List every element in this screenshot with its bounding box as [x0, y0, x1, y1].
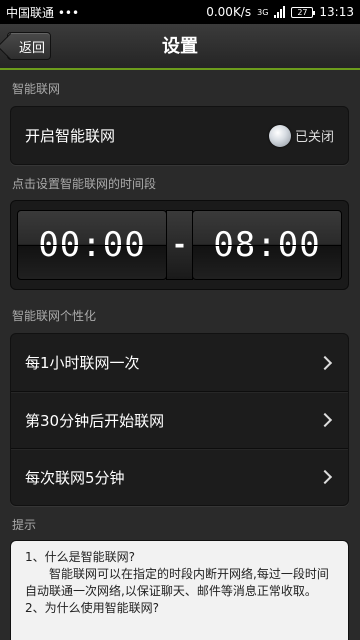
battery-icon: 27 [291, 6, 316, 18]
time-separator: - [166, 210, 193, 280]
toggle-state-label: 已关闭 [294, 130, 334, 145]
time-period-picker: 00:00 - 08:00 [10, 200, 349, 290]
carrier-label: 中国联通 ••• [6, 5, 80, 20]
status-indicators: 0.00K/s 3G 27 13:13 [206, 5, 354, 19]
list-item-start-delay[interactable]: 第30分钟后开始联网 [11, 391, 348, 448]
smart-network-toggle-label: 开启智能联网 [25, 127, 116, 145]
tips-question-2: 2、为什么使用智能联网? [25, 601, 160, 615]
smart-network-toggle[interactable]: 已关闭 [268, 124, 334, 147]
signal-icon [274, 6, 286, 18]
title-bar: 返回 设置 [0, 24, 360, 70]
back-button-label: 返回 [18, 40, 45, 56]
status-bar: 中国联通 ••• 0.00K/s 3G 27 13:13 [0, 0, 360, 24]
chevron-right-icon [317, 469, 333, 485]
chevron-right-icon [317, 355, 333, 370]
end-time-button[interactable]: 08:00 [192, 210, 342, 280]
smart-network-section-title: 智能联网 [12, 82, 61, 96]
tips-answer-1: 智能联网可以在指定的时段内断开网络,每过一段时间自动联通一次网络,以保证聊天、邮… [25, 567, 329, 598]
network-type: 3G [257, 7, 269, 17]
smart-network-toggle-row[interactable]: 开启智能联网 已关闭 [11, 107, 348, 164]
chevron-right-icon [317, 412, 333, 428]
tips-question-1: 1、什么是智能联网? [25, 550, 136, 564]
list-item-label: 每1小时联网一次 [25, 354, 140, 372]
network-speed: 0.00K/s [206, 5, 252, 19]
personalize-section-title: 智能联网个性化 [12, 309, 97, 323]
tips-section-title: 提示 [12, 518, 37, 532]
tips-box: 1、什么是智能联网? 智能联网可以在指定的时段内断开网络,每过一段时间自动联通一… [10, 540, 349, 640]
personalize-card: 每1小时联网一次 第30分钟后开始联网 每次联网5分钟 [10, 333, 349, 506]
time-period-section-title: 点击设置智能联网的时间段 [12, 177, 157, 191]
toggle-knob-icon [268, 124, 291, 147]
list-item-interval[interactable]: 每1小时联网一次 [11, 334, 348, 391]
back-button[interactable]: 返回 [7, 32, 51, 60]
page-title: 设置 [162, 36, 198, 57]
list-item-label: 每次联网5分钟 [25, 468, 125, 487]
clock-time: 13:13 [319, 5, 354, 19]
list-item-label: 第30分钟后开始联网 [25, 411, 165, 430]
smart-network-card: 开启智能联网 已关闭 [10, 106, 349, 165]
start-time-button[interactable]: 00:00 [17, 210, 167, 280]
list-item-duration[interactable]: 每次联网5分钟 [11, 448, 348, 505]
